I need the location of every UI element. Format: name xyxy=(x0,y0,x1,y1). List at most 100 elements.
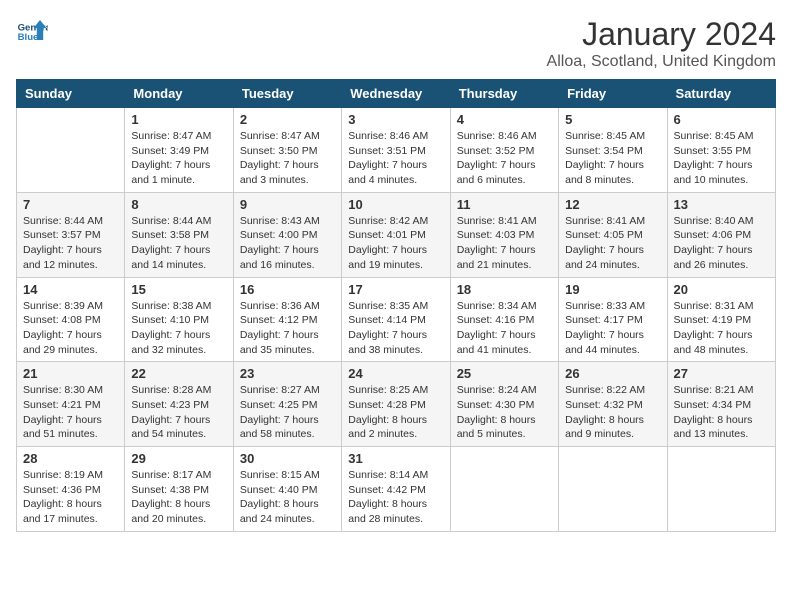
calendar-week-row: 28 Sunrise: 8:19 AM Sunset: 4:36 PM Dayli… xyxy=(17,447,776,532)
day-number: 30 xyxy=(240,451,335,466)
calendar-cell: 18 Sunrise: 8:34 AM Sunset: 4:16 PM Dayli… xyxy=(450,277,558,362)
calendar-cell: 5 Sunrise: 8:45 AM Sunset: 3:54 PM Daylig… xyxy=(559,108,667,193)
day-info: Sunrise: 8:42 AM Sunset: 4:01 PM Dayligh… xyxy=(348,214,443,273)
weekday-header-monday: Monday xyxy=(125,80,233,108)
day-number: 24 xyxy=(348,366,443,381)
day-number: 4 xyxy=(457,112,552,127)
day-info: Sunrise: 8:47 AM Sunset: 3:50 PM Dayligh… xyxy=(240,129,335,188)
day-info: Sunrise: 8:40 AM Sunset: 4:06 PM Dayligh… xyxy=(674,214,769,273)
calendar-cell: 4Sunrise: 8:46 AM Sunset: 3:52 PM Daylig… xyxy=(450,108,558,193)
calendar-cell: 17 Sunrise: 8:35 AM Sunset: 4:14 PM Dayli… xyxy=(342,277,450,362)
day-number: 14 xyxy=(23,282,118,297)
calendar-cell xyxy=(17,108,125,193)
logo-icon: General Blue xyxy=(16,16,48,48)
day-number: 19 xyxy=(565,282,660,297)
day-number: 17 xyxy=(348,282,443,297)
calendar-cell: 6Sunrise: 8:45 AM Sunset: 3:55 PM Daylig… xyxy=(667,108,775,193)
svg-text:Blue: Blue xyxy=(18,32,39,43)
day-info: Sunrise: 8:44 AM Sunset: 3:57 PM Dayligh… xyxy=(23,214,118,273)
weekday-header-sunday: Sunday xyxy=(17,80,125,108)
calendar-week-row: 14 Sunrise: 8:39 AM Sunset: 4:08 PM Dayli… xyxy=(17,277,776,362)
day-number: 25 xyxy=(457,366,552,381)
day-info: Sunrise: 8:28 AM Sunset: 4:23 PM Dayligh… xyxy=(131,383,226,442)
calendar-cell: 31Sunrise: 8:14 AM Sunset: 4:42 PM Dayli… xyxy=(342,447,450,532)
day-info: Sunrise: 8:22 AM Sunset: 4:32 PM Dayligh… xyxy=(565,383,660,442)
day-info: Sunrise: 8:45 AM Sunset: 3:54 PM Dayligh… xyxy=(565,129,660,188)
day-info: Sunrise: 8:24 AM Sunset: 4:30 PM Dayligh… xyxy=(457,383,552,442)
day-info: Sunrise: 8:35 AM Sunset: 4:14 PM Dayligh… xyxy=(348,299,443,358)
calendar-table: SundayMondayTuesdayWednesdayThursdayFrid… xyxy=(16,79,776,532)
day-info: Sunrise: 8:44 AM Sunset: 3:58 PM Dayligh… xyxy=(131,214,226,273)
day-info: Sunrise: 8:45 AM Sunset: 3:55 PM Dayligh… xyxy=(674,129,769,188)
page-header: General Blue January 2024 Alloa, Scotlan… xyxy=(16,16,776,71)
day-info: Sunrise: 8:19 AM Sunset: 4:36 PM Dayligh… xyxy=(23,468,118,527)
day-number: 3 xyxy=(348,112,443,127)
calendar-cell: 25 Sunrise: 8:24 AM Sunset: 4:30 PM Dayli… xyxy=(450,362,558,447)
calendar-month-year: January 2024 xyxy=(547,16,776,53)
day-number: 12 xyxy=(565,197,660,212)
day-number: 15 xyxy=(131,282,226,297)
calendar-cell: 27 Sunrise: 8:21 AM Sunset: 4:34 PM Dayli… xyxy=(667,362,775,447)
day-info: Sunrise: 8:41 AM Sunset: 4:03 PM Dayligh… xyxy=(457,214,552,273)
day-number: 7 xyxy=(23,197,118,212)
calendar-cell: 11Sunrise: 8:41 AM Sunset: 4:03 PM Dayli… xyxy=(450,192,558,277)
logo: General Blue xyxy=(16,16,48,48)
calendar-cell: 13 Sunrise: 8:40 AM Sunset: 4:06 PM Dayli… xyxy=(667,192,775,277)
calendar-cell: 26 Sunrise: 8:22 AM Sunset: 4:32 PM Dayli… xyxy=(559,362,667,447)
calendar-title-section: January 2024 Alloa, Scotland, United Kin… xyxy=(547,16,776,71)
calendar-cell: 8 Sunrise: 8:44 AM Sunset: 3:58 PM Daylig… xyxy=(125,192,233,277)
calendar-cell: 1Sunrise: 8:47 AM Sunset: 3:49 PM Daylig… xyxy=(125,108,233,193)
day-info: Sunrise: 8:30 AM Sunset: 4:21 PM Dayligh… xyxy=(23,383,118,442)
day-info: Sunrise: 8:38 AM Sunset: 4:10 PM Dayligh… xyxy=(131,299,226,358)
day-info: Sunrise: 8:25 AM Sunset: 4:28 PM Dayligh… xyxy=(348,383,443,442)
calendar-cell: 29Sunrise: 8:17 AM Sunset: 4:38 PM Dayli… xyxy=(125,447,233,532)
day-info: Sunrise: 8:43 AM Sunset: 4:00 PM Dayligh… xyxy=(240,214,335,273)
day-number: 5 xyxy=(565,112,660,127)
weekday-header-thursday: Thursday xyxy=(450,80,558,108)
calendar-cell xyxy=(559,447,667,532)
weekday-header-wednesday: Wednesday xyxy=(342,80,450,108)
calendar-location: Alloa, Scotland, United Kingdom xyxy=(547,53,776,71)
day-number: 23 xyxy=(240,366,335,381)
calendar-cell: 16 Sunrise: 8:36 AM Sunset: 4:12 PM Dayli… xyxy=(233,277,341,362)
calendar-cell xyxy=(667,447,775,532)
day-info: Sunrise: 8:33 AM Sunset: 4:17 PM Dayligh… xyxy=(565,299,660,358)
calendar-cell: 2 Sunrise: 8:47 AM Sunset: 3:50 PM Daylig… xyxy=(233,108,341,193)
day-number: 18 xyxy=(457,282,552,297)
calendar-cell: 10 Sunrise: 8:42 AM Sunset: 4:01 PM Dayli… xyxy=(342,192,450,277)
weekday-header-friday: Friday xyxy=(559,80,667,108)
day-number: 29 xyxy=(131,451,226,466)
day-info: Sunrise: 8:36 AM Sunset: 4:12 PM Dayligh… xyxy=(240,299,335,358)
day-info: Sunrise: 8:39 AM Sunset: 4:08 PM Dayligh… xyxy=(23,299,118,358)
calendar-cell: 12Sunrise: 8:41 AM Sunset: 4:05 PM Dayli… xyxy=(559,192,667,277)
day-number: 20 xyxy=(674,282,769,297)
calendar-cell: 23Sunrise: 8:27 AM Sunset: 4:25 PM Dayli… xyxy=(233,362,341,447)
calendar-cell: 21 Sunrise: 8:30 AM Sunset: 4:21 PM Dayli… xyxy=(17,362,125,447)
calendar-cell: 28 Sunrise: 8:19 AM Sunset: 4:36 PM Dayli… xyxy=(17,447,125,532)
calendar-cell: 14 Sunrise: 8:39 AM Sunset: 4:08 PM Dayli… xyxy=(17,277,125,362)
day-number: 28 xyxy=(23,451,118,466)
weekday-header-saturday: Saturday xyxy=(667,80,775,108)
day-number: 22 xyxy=(131,366,226,381)
day-info: Sunrise: 8:15 AM Sunset: 4:40 PM Dayligh… xyxy=(240,468,335,527)
day-info: Sunrise: 8:21 AM Sunset: 4:34 PM Dayligh… xyxy=(674,383,769,442)
day-number: 10 xyxy=(348,197,443,212)
calendar-week-row: 1Sunrise: 8:47 AM Sunset: 3:49 PM Daylig… xyxy=(17,108,776,193)
day-info: Sunrise: 8:34 AM Sunset: 4:16 PM Dayligh… xyxy=(457,299,552,358)
day-number: 26 xyxy=(565,366,660,381)
calendar-cell: 24 Sunrise: 8:25 AM Sunset: 4:28 PM Dayli… xyxy=(342,362,450,447)
day-number: 27 xyxy=(674,366,769,381)
calendar-cell: 3Sunrise: 8:46 AM Sunset: 3:51 PM Daylig… xyxy=(342,108,450,193)
calendar-cell: 7 Sunrise: 8:44 AM Sunset: 3:57 PM Daylig… xyxy=(17,192,125,277)
day-number: 13 xyxy=(674,197,769,212)
calendar-week-row: 21 Sunrise: 8:30 AM Sunset: 4:21 PM Dayli… xyxy=(17,362,776,447)
day-number: 21 xyxy=(23,366,118,381)
calendar-cell: 15 Sunrise: 8:38 AM Sunset: 4:10 PM Dayli… xyxy=(125,277,233,362)
calendar-cell xyxy=(450,447,558,532)
day-number: 8 xyxy=(131,197,226,212)
weekday-header-row: SundayMondayTuesdayWednesdayThursdayFrid… xyxy=(17,80,776,108)
calendar-week-row: 7 Sunrise: 8:44 AM Sunset: 3:57 PM Daylig… xyxy=(17,192,776,277)
day-number: 16 xyxy=(240,282,335,297)
calendar-cell: 30 Sunrise: 8:15 AM Sunset: 4:40 PM Dayli… xyxy=(233,447,341,532)
day-number: 2 xyxy=(240,112,335,127)
